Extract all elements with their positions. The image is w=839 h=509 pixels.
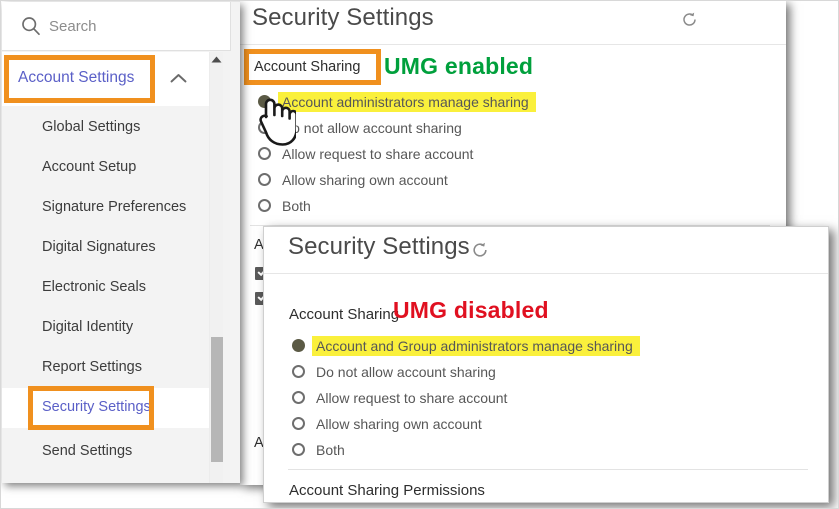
sidebar-item-report-settings[interactable]: Report Settings	[2, 348, 209, 388]
front-security-settings-window: Security Settings Account Sharing UMG di…	[263, 226, 829, 503]
search-icon	[21, 16, 41, 36]
sidebar-item-label: Global Settings	[42, 119, 141, 135]
search-placeholder-text: Search	[49, 18, 97, 35]
sidebar-item-signature-preferences[interactable]: Signature Preferences	[2, 188, 209, 228]
radio-indicator[interactable]	[258, 173, 271, 186]
scroll-up-arrow-icon[interactable]	[210, 52, 223, 67]
radio-indicator[interactable]	[292, 417, 305, 430]
sidebar-item-label: Digital Identity	[42, 319, 134, 335]
front-window-content: Account Sharing UMG disabled Account and…	[264, 274, 828, 502]
account-sharing-permissions-label: Account Sharing Permissions	[289, 482, 485, 499]
sidebar-group-account-settings[interactable]: Account Settings	[2, 52, 209, 106]
screenshot-frame: Security Settings Account Sharing UMG en…	[0, 0, 839, 509]
radio-indicator-selected[interactable]	[292, 339, 305, 352]
page-title: Security Settings	[288, 233, 470, 260]
settings-sidebar: Search Account Settings Global Settings …	[2, 2, 240, 483]
sidebar-item-digital-signatures[interactable]: Digital Signatures	[2, 228, 209, 268]
radio-option-row[interactable]: Both	[258, 195, 311, 216]
radio-option-row[interactable]: Allow sharing own account	[292, 413, 482, 434]
radio-option-label: Allow sharing own account	[316, 415, 482, 432]
sidebar-item-label: Account Setup	[42, 159, 137, 175]
sidebar-item-send-settings[interactable]: Send Settings	[2, 432, 209, 472]
radio-option-label: Allow request to share account	[316, 389, 508, 406]
sidebar-item-label: Signature Preferences	[42, 199, 187, 215]
sidebar-scrollbar[interactable]	[209, 52, 223, 483]
sidebar-item-label: Electronic Seals	[42, 279, 146, 295]
page-title: Security Settings	[252, 4, 434, 31]
radio-option-label: Allow request to share account	[282, 145, 474, 162]
radio-option-label: Account and Group administrators manage …	[312, 335, 640, 356]
radio-indicator[interactable]	[292, 443, 305, 456]
sidebar-group-label: Account Settings	[18, 69, 135, 86]
umg-disabled-annotation: UMG disabled	[393, 297, 549, 323]
search-input[interactable]: Search	[2, 2, 231, 51]
radio-option-row[interactable]: Allow sharing own account	[258, 169, 448, 190]
sidebar-item-label: Send Settings	[42, 443, 133, 459]
sidebar-item-label: Report Settings	[42, 359, 142, 375]
front-window-header: Security Settings	[264, 227, 828, 274]
sidebar-item-account-setup[interactable]: Account Setup	[2, 148, 209, 188]
refresh-icon[interactable]	[471, 241, 489, 259]
radio-option-row[interactable]: Account and Group administrators manage …	[292, 335, 640, 356]
account-sharing-section-label: Account Sharing	[289, 306, 400, 323]
refresh-icon[interactable]	[681, 11, 698, 28]
radio-option-label: Do not allow account sharing	[282, 119, 462, 136]
radio-option-label: Both	[282, 197, 311, 214]
radio-option-label: Allow sharing own account	[282, 171, 448, 188]
hand-pointer-cursor	[254, 95, 298, 152]
back-window-header: Security Settings	[240, 1, 786, 45]
section-divider	[288, 469, 808, 470]
radio-indicator[interactable]	[292, 365, 305, 378]
radio-option-label: Do not allow account sharing	[316, 363, 496, 380]
sidebar-nav-list: Account Settings Global Settings Account…	[2, 52, 209, 483]
radio-option-row[interactable]: Allow request to share account	[292, 387, 507, 408]
sidebar-item-security-settings[interactable]: Security Settings	[2, 388, 209, 428]
umg-enabled-annotation: UMG enabled	[384, 53, 534, 79]
radio-option-row[interactable]: Account administrators manage sharing	[258, 91, 536, 112]
radio-option-row[interactable]: Both	[292, 439, 345, 460]
sidebar-item-label: Security Settings	[42, 399, 151, 415]
scrollbar-thumb[interactable]	[211, 337, 223, 462]
radio-indicator[interactable]	[292, 391, 305, 404]
sidebar-item-label: Digital Signatures	[42, 239, 156, 255]
radio-option-row[interactable]: Do not allow account sharing	[292, 361, 496, 382]
sidebar-item-digital-identity[interactable]: Digital Identity	[2, 308, 209, 348]
radio-option-label: Account administrators manage sharing	[278, 91, 536, 112]
account-sharing-section-label: Account Sharing	[254, 59, 361, 75]
radio-option-label: Both	[316, 441, 345, 458]
chevron-up-icon[interactable]	[170, 73, 187, 84]
sidebar-item-global-settings[interactable]: Global Settings	[2, 108, 209, 148]
radio-indicator[interactable]	[258, 199, 271, 212]
sidebar-item-electronic-seals[interactable]: Electronic Seals	[2, 268, 209, 308]
